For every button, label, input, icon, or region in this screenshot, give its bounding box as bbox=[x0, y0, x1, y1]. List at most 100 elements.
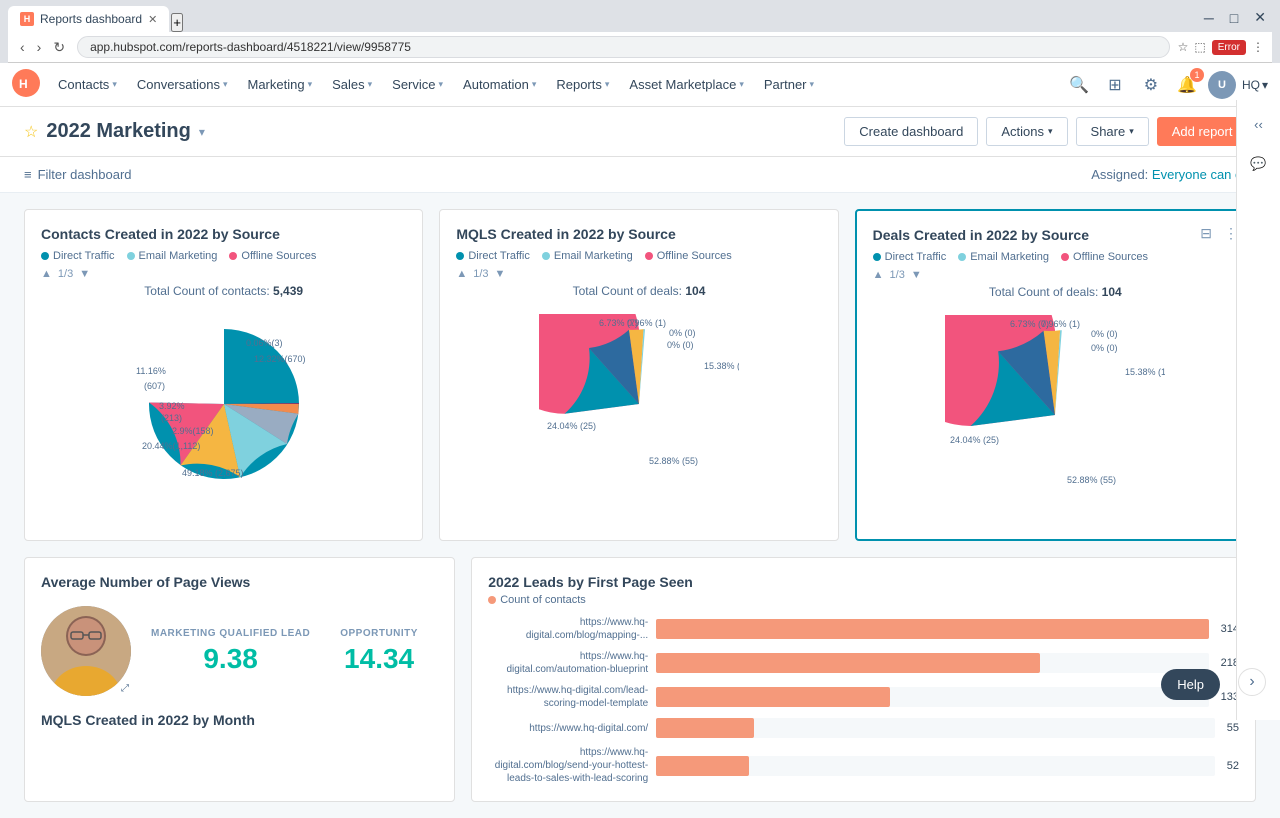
extensions-icon[interactable]: ⬚ bbox=[1194, 40, 1205, 54]
mqls-month-title: MQLS Created in 2022 by Month bbox=[41, 712, 438, 728]
assigned-info: Assigned: Everyone can edit bbox=[1091, 167, 1256, 182]
svg-text:(213): (213) bbox=[161, 413, 182, 423]
leads-chart-title: 2022 Leads by First Page Seen bbox=[488, 574, 1239, 590]
nav-items: Contacts ▾ Conversations ▾ Marketing ▾ S… bbox=[48, 63, 1064, 107]
bar-rows: https://www.hq-digital.com/blog/mapping-… bbox=[488, 616, 1239, 785]
bar-label: https://www.hq-digital.com/blog/send-you… bbox=[488, 746, 648, 785]
nav-conversations[interactable]: Conversations ▾ bbox=[127, 63, 238, 107]
share-button[interactable]: Share ▾ bbox=[1076, 117, 1149, 146]
svg-text:0.96% (1): 0.96% (1) bbox=[1041, 319, 1080, 329]
bar-track bbox=[656, 687, 1208, 707]
search-button[interactable]: 🔍 bbox=[1064, 70, 1094, 100]
star-bookmark[interactable]: ☆ bbox=[1178, 40, 1189, 54]
favorite-icon[interactable]: ☆ bbox=[24, 122, 38, 142]
apps-button[interactable]: ⊞ bbox=[1100, 70, 1130, 100]
mql-label: MARKETING QUALIFIED LEAD bbox=[151, 628, 310, 639]
svg-text:0% (0): 0% (0) bbox=[1091, 329, 1118, 339]
chart2-pie: 52.88% (55) 24.04% (25) 15.38% (16) 6.73… bbox=[456, 306, 821, 502]
chart2-next[interactable]: ▼ bbox=[495, 268, 506, 280]
svg-text:12.32%(670): 12.32%(670) bbox=[254, 354, 306, 364]
bar-row: https://www.hq-digital.com/automation-bl… bbox=[488, 650, 1239, 676]
nav-reports[interactable]: Reports ▾ bbox=[546, 63, 619, 107]
error-badge: Error bbox=[1212, 40, 1246, 55]
create-dashboard-button[interactable]: Create dashboard bbox=[844, 117, 978, 146]
contacts-legend: Direct Traffic Email Marketing Offline S… bbox=[41, 250, 406, 262]
chart3-prev[interactable]: ▲ bbox=[873, 269, 884, 281]
expand-icon[interactable]: ⤢ bbox=[121, 683, 129, 694]
scroll-right-btn[interactable]: › bbox=[1238, 668, 1266, 696]
nav-automation[interactable]: Automation ▾ bbox=[453, 63, 546, 107]
leads-legend-count: Count of contacts bbox=[488, 594, 586, 606]
more-options[interactable]: ⋮ bbox=[1252, 40, 1264, 54]
mqls-legend-direct: Direct Traffic bbox=[456, 250, 530, 262]
mqls-legend-offline: Offline Sources bbox=[645, 250, 732, 262]
chart3-meta: ▲ 1/3 ▼ bbox=[873, 269, 1238, 281]
chart3-next[interactable]: ▼ bbox=[911, 269, 922, 281]
new-tab-button[interactable]: + bbox=[171, 13, 183, 32]
deals-legend: Direct Traffic Email Marketing Offline S… bbox=[873, 251, 1238, 263]
bar-track bbox=[656, 653, 1208, 673]
filter-bar: ≡ Filter dashboard Assigned: Everyone ca… bbox=[0, 157, 1280, 193]
back-button[interactable]: ‹ bbox=[16, 37, 29, 57]
chart1-prev[interactable]: ▲ bbox=[41, 268, 52, 280]
bar-label: https://www.hq-digital.com/automation-bl… bbox=[488, 650, 648, 676]
address-bar: ‹ › ↻ app.hubspot.com/reports-dashboard/… bbox=[8, 32, 1272, 63]
chart2-prev[interactable]: ▲ bbox=[456, 268, 467, 280]
forward-button[interactable]: › bbox=[33, 37, 46, 57]
svg-text:52.88% (55): 52.88% (55) bbox=[649, 456, 698, 466]
leads-chart-card: 2022 Leads by First Page Seen Count of c… bbox=[471, 557, 1256, 802]
filter-dashboard-btn[interactable]: ≡ Filter dashboard bbox=[24, 167, 132, 182]
hq-selector[interactable]: HQ ▾ bbox=[1242, 78, 1268, 92]
svg-text:0.06%(3): 0.06%(3) bbox=[246, 338, 283, 348]
bar-row: https://www.hq-digital.com/lead-scoring-… bbox=[488, 684, 1239, 710]
mqls-legend-email: Email Marketing bbox=[542, 250, 633, 262]
hubspot-logo[interactable]: H bbox=[12, 69, 40, 100]
svg-text:24.04% (25): 24.04% (25) bbox=[547, 421, 596, 431]
nav-contacts[interactable]: Contacts ▾ bbox=[48, 63, 127, 107]
nav-partner[interactable]: Partner ▾ bbox=[754, 63, 824, 107]
maximize-button[interactable]: □ bbox=[1224, 8, 1244, 28]
nav-sales[interactable]: Sales ▾ bbox=[322, 63, 382, 107]
bar-fill bbox=[656, 653, 1040, 673]
tab-close-button[interactable]: ✕ bbox=[148, 13, 157, 26]
svg-text:24.04% (25): 24.04% (25) bbox=[950, 435, 999, 445]
chart1-pie: 49.18% (2,675) 11.16% (607) 3.92% (213) … bbox=[41, 306, 406, 502]
main-nav: H Contacts ▾ Conversations ▾ Marketing ▾… bbox=[0, 63, 1280, 107]
legend-offline: Offline Sources bbox=[229, 250, 316, 262]
minimize-button[interactable]: ─ bbox=[1198, 8, 1220, 28]
chat-panel-btn[interactable]: 💬 bbox=[1243, 148, 1275, 180]
refresh-button[interactable]: ↻ bbox=[49, 37, 69, 58]
main-content: Contacts Created in 2022 by Source Direc… bbox=[0, 193, 1280, 818]
settings-button[interactable]: ⚙ bbox=[1136, 70, 1166, 100]
page-title: 2022 Marketing bbox=[46, 120, 191, 143]
bar-value: 52 bbox=[1227, 760, 1239, 772]
chart1-next[interactable]: ▼ bbox=[79, 268, 90, 280]
chart3-filter-btn[interactable]: ⊟ bbox=[1196, 223, 1216, 244]
mqls-chart-card: MQLS Created in 2022 by Source Direct Tr… bbox=[439, 209, 838, 541]
svg-text:0% (0): 0% (0) bbox=[667, 340, 694, 350]
nav-asset-marketplace[interactable]: Asset Marketplace ▾ bbox=[619, 63, 753, 107]
bar-fill bbox=[656, 619, 1208, 639]
notifications-button[interactable]: 🔔 1 bbox=[1172, 70, 1202, 100]
bar-row: https://www.hq-digital.com/55 bbox=[488, 718, 1239, 738]
leads-legend: Count of contacts bbox=[488, 594, 1239, 606]
active-tab[interactable]: H Reports dashboard ✕ bbox=[8, 6, 169, 32]
help-button[interactable]: Help bbox=[1161, 669, 1220, 700]
deals-chart-title: Deals Created in 2022 by Source bbox=[873, 227, 1238, 243]
title-dropdown[interactable]: ▾ bbox=[199, 125, 205, 139]
nav-service[interactable]: Service ▾ bbox=[382, 63, 453, 107]
svg-text:11.16%: 11.16% bbox=[136, 366, 166, 376]
mqls-chart-title: MQLS Created in 2022 by Source bbox=[456, 226, 821, 242]
nav-marketing[interactable]: Marketing ▾ bbox=[237, 63, 322, 107]
bar-label: https://www.hq-digital.com/blog/mapping-… bbox=[488, 616, 648, 642]
bar-track bbox=[656, 756, 1215, 776]
user-avatar[interactable]: U bbox=[1208, 71, 1236, 99]
collapse-panel-btn[interactable]: ‹‹ bbox=[1243, 108, 1275, 140]
svg-text:52.88% (55): 52.88% (55) bbox=[1067, 475, 1116, 485]
close-button[interactable]: ✕ bbox=[1248, 7, 1272, 28]
actions-button[interactable]: Actions ▾ bbox=[986, 117, 1067, 146]
url-bar[interactable]: app.hubspot.com/reports-dashboard/451822… bbox=[77, 36, 1170, 58]
legend-email: Email Marketing bbox=[127, 250, 218, 262]
contacts-chart-card: Contacts Created in 2022 by Source Direc… bbox=[24, 209, 423, 541]
chart3-pie: 52.88% (55) 24.04% (25) 15.38% (16) 6.73… bbox=[873, 307, 1238, 523]
